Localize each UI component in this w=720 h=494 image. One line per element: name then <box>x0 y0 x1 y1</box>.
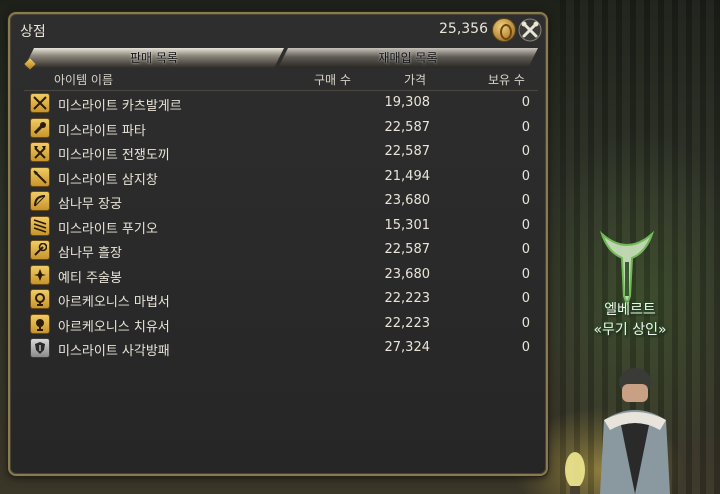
item-row[interactable]: 아르케오니스 마법서 22,223 0 <box>24 287 538 312</box>
item-owned: 0 <box>521 193 530 208</box>
item-owned: 0 <box>521 242 530 257</box>
item-owned: 0 <box>521 217 530 233</box>
item-name: 삼나무 흘장 <box>58 246 122 261</box>
tab-bar: 판매 목록 재매입 목록 <box>24 48 538 70</box>
item-row[interactable]: 아르케오니스 치유서 22,223 0 <box>24 312 538 337</box>
column-headers: 아이템 이름 구매 수 가격 보유 수 <box>24 69 538 89</box>
gil-amount: 25,356 <box>439 21 488 37</box>
item-name: 미스라이트 카츠발게르 <box>58 99 182 114</box>
item-name: 미스라이트 전쟁도끼 <box>58 148 170 163</box>
wand-icon <box>30 264 50 285</box>
tab-buyback-label: 재매입 목록 <box>378 51 438 65</box>
dagger-icon <box>30 215 50 236</box>
item-owned: 0 <box>521 95 530 110</box>
scholar-book-icon <box>30 313 50 334</box>
item-owned: 0 <box>521 291 530 306</box>
item-row[interactable]: 미스라이트 전쟁도끼 22,587 0 <box>24 140 538 165</box>
sword-icon <box>30 93 50 113</box>
item-price: 22,587 <box>384 144 431 159</box>
item-owned: 0 <box>521 144 530 159</box>
item-price: 22,223 <box>384 291 431 306</box>
item-name: 미스라이트 사각방패 <box>58 344 170 359</box>
item-owned: 0 <box>521 168 530 184</box>
item-list: 미스라이트 카츠발게르 19,308 0 미스라이트 파타 22,587 0 미… <box>24 91 538 361</box>
item-name: 미스라이트 삼지창 <box>58 172 158 188</box>
item-name: 아르케오니스 마법서 <box>58 295 170 310</box>
title-bar[interactable]: 상점 25,356 <box>10 14 546 46</box>
item-row[interactable]: 삼나무 흘장 22,587 0 <box>24 238 538 263</box>
item-row[interactable]: 미스라이트 파타 22,587 0 <box>24 116 538 141</box>
column-header-qty[interactable]: 구매 수 <box>314 71 351 88</box>
item-name: 예티 주술봉 <box>58 270 122 286</box>
item-price: 23,680 <box>384 266 431 282</box>
lantern <box>565 452 585 494</box>
item-row[interactable]: 미스라이트 삼지창 21,494 0 <box>24 165 538 190</box>
npc-character[interactable] <box>590 360 680 494</box>
item-name: 미스라이트 파타 <box>58 123 146 139</box>
item-row[interactable]: 예티 주술봉 23,680 0 <box>24 263 538 288</box>
item-owned: 0 <box>521 119 530 135</box>
axe-icon <box>30 142 50 162</box>
staff-icon <box>30 240 50 260</box>
item-name: 삼나무 장궁 <box>58 197 122 212</box>
item-price: 21,494 <box>384 168 431 184</box>
gil-coin-icon <box>492 18 516 42</box>
npc-name: 엘베르트 <box>604 302 656 318</box>
bow-icon <box>30 191 50 211</box>
item-owned: 0 <box>521 340 530 355</box>
item-owned: 0 <box>521 266 530 282</box>
npc-target-marker <box>599 230 655 306</box>
fist-weapon-icon <box>30 117 50 138</box>
item-name: 아르케오니스 치유서 <box>58 319 170 335</box>
item-price: 15,301 <box>384 217 431 233</box>
item-price: 27,324 <box>384 340 431 355</box>
tab-sell-label: 판매 목록 <box>130 51 178 65</box>
item-price: 22,587 <box>384 119 431 135</box>
shield-icon <box>30 338 50 358</box>
item-name: 미스라이트 푸기오 <box>58 221 158 237</box>
item-row[interactable]: 미스라이트 카츠발게르 19,308 0 <box>24 91 538 116</box>
window-title: 상점 <box>20 24 46 40</box>
lance-icon <box>30 166 50 187</box>
item-row[interactable]: 미스라이트 사각방패 27,324 0 <box>24 336 538 361</box>
column-header-name[interactable]: 아이템 이름 <box>54 71 113 88</box>
item-row[interactable]: 미스라이트 푸기오 15,301 0 <box>24 214 538 239</box>
item-owned: 0 <box>521 315 530 331</box>
column-header-price[interactable]: 가격 <box>404 71 426 88</box>
item-price: 22,223 <box>384 315 431 331</box>
npc-role: «무기 상인» <box>593 322 667 338</box>
tab-sell-list[interactable]: 판매 목록 <box>24 48 284 68</box>
item-price: 23,680 <box>384 193 431 208</box>
item-price: 19,308 <box>384 95 431 110</box>
arcanist-book-icon <box>30 289 50 309</box>
column-header-owned[interactable]: 보유 수 <box>488 71 525 88</box>
tab-buyback-list[interactable]: 재매입 목록 <box>278 48 538 68</box>
npc-nameplate[interactable]: 엘베르트 «무기 상인» <box>560 300 700 340</box>
shop-window: 상점 25,356 판매 목록 재매입 목록 아이템 이름 구매 수 가격 보유… <box>8 12 548 476</box>
crossed-tools-icon[interactable] <box>518 18 542 42</box>
item-price: 22,587 <box>384 242 431 257</box>
item-row[interactable]: 삼나무 장궁 23,680 0 <box>24 189 538 214</box>
